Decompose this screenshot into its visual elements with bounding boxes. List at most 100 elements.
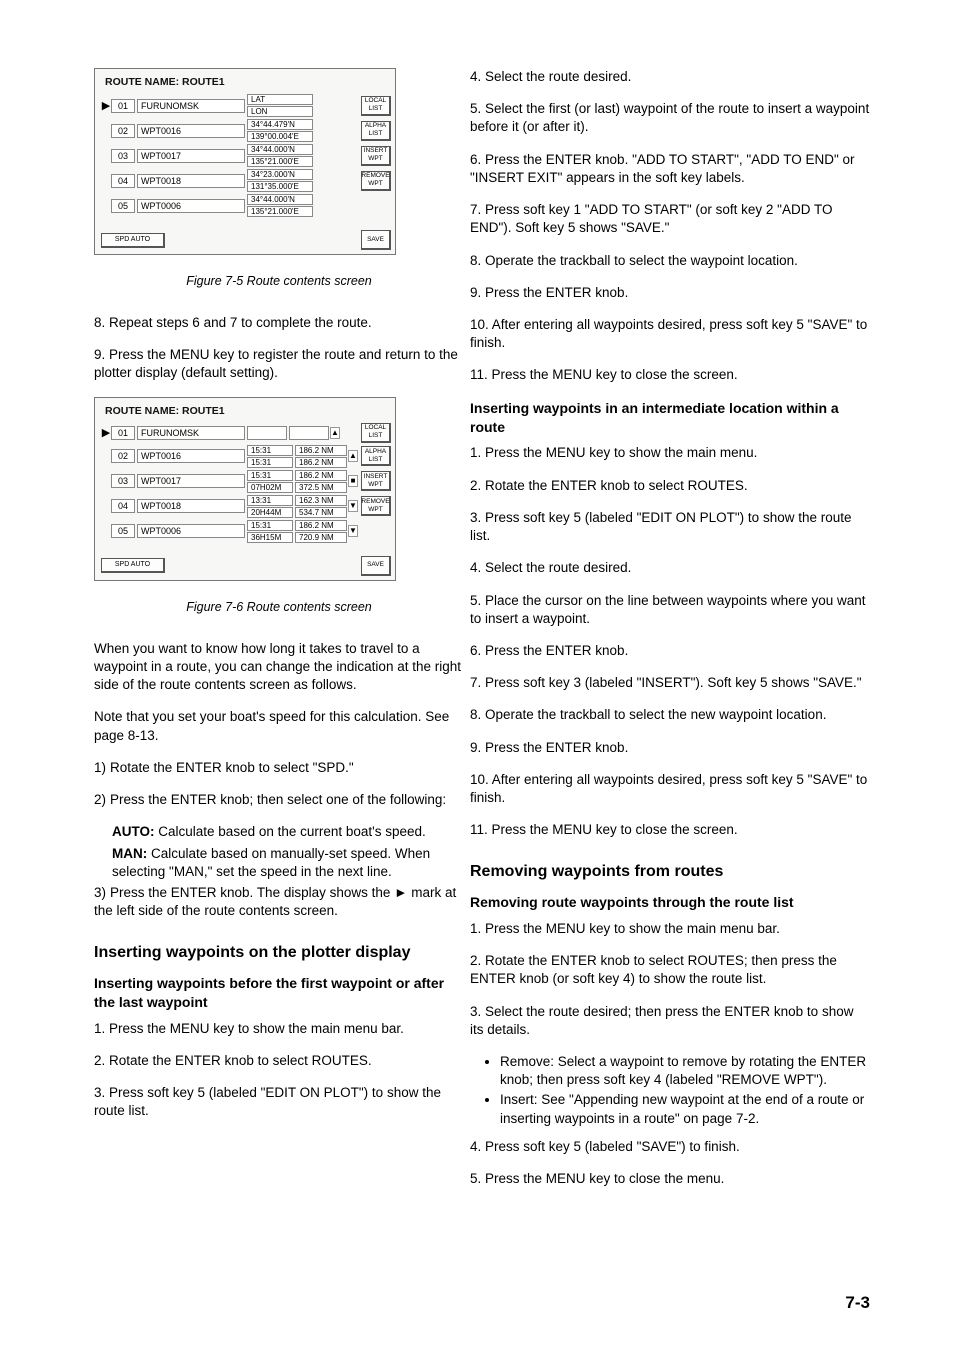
value-cell: 34°44.479'N xyxy=(247,119,313,130)
step-text: 1)Rotate the ENTER knob to select "SPD." xyxy=(94,759,464,777)
value-cell: 139°00.004'E xyxy=(247,131,313,142)
value-cell: 15:31 xyxy=(247,520,293,531)
value-cell xyxy=(247,426,287,440)
wp-num: 05 xyxy=(111,199,135,213)
spd-auto-button[interactable]: SPD AUTO xyxy=(101,233,165,248)
subsection-heading: Inserting waypoints in an intermediate l… xyxy=(470,399,870,437)
step-text: 7. Press soft key 3 (labeled "INSERT"). … xyxy=(470,674,870,692)
wp-num: 03 xyxy=(111,474,135,488)
wp-name: WPT0018 xyxy=(137,174,245,188)
bullet-item: Remove: Select a waypoint to remove by r… xyxy=(500,1053,870,1089)
value-cell: 186.2 NM xyxy=(295,457,347,468)
value-cell: 20H44M xyxy=(247,507,293,518)
step-text: 9. Press the ENTER knob. xyxy=(470,739,870,757)
step-text: 3. Press soft key 5 (labeled "EDIT ON PL… xyxy=(94,1084,464,1120)
scroll-up-icon[interactable]: ▲ xyxy=(330,427,340,439)
wp-num: 02 xyxy=(111,124,135,138)
scroll-thumb-icon[interactable]: ■ xyxy=(348,475,358,487)
value-cell: 34°44.000'N xyxy=(247,144,313,155)
save-button[interactable]: SAVE xyxy=(361,556,391,576)
remove-wpt-button[interactable]: REMOVE WPT xyxy=(361,171,391,191)
spd-auto-button[interactable]: SPD AUTO xyxy=(101,558,165,573)
wp-name: WPT0016 xyxy=(137,124,245,138)
value-cell: 34°23.000'N xyxy=(247,169,313,180)
step-text: 3. Press soft key 5 (labeled "EDIT ON PL… xyxy=(470,509,870,545)
section-heading: Inserting waypoints on the plotter displ… xyxy=(94,942,464,964)
bullet-item: Insert: See "Appending new waypoint at t… xyxy=(500,1091,870,1127)
wp-num: 04 xyxy=(111,499,135,513)
value-cell: 36H15M xyxy=(247,532,293,543)
scroll-down-icon[interactable]: ▼ xyxy=(348,525,358,537)
step-text: 5. Press the MENU key to close the menu. xyxy=(470,1170,870,1188)
step-text: 1. Press the MENU key to show the main m… xyxy=(470,444,870,462)
value-cell: 135°21.000'E xyxy=(247,156,313,167)
step-text: 11. Press the MENU key to close the scre… xyxy=(470,366,870,384)
step-text: 4. Press soft key 5 (labeled "SAVE") to … xyxy=(470,1138,870,1156)
step-text: 11. Press the MENU key to close the scre… xyxy=(470,821,870,839)
step-text: 7. Press soft key 1 "ADD TO START" (or s… xyxy=(470,201,870,237)
step-text: 6. Press the ENTER knob. "ADD TO START",… xyxy=(470,151,870,187)
save-button[interactable]: SAVE xyxy=(361,230,391,250)
value-cell: 15:31 xyxy=(247,445,293,456)
step-text: 2. Rotate the ENTER knob to select ROUTE… xyxy=(470,477,870,495)
alpha-list-button[interactable]: ALPHA LIST xyxy=(361,446,391,466)
wp-num: 01 xyxy=(111,99,135,113)
alpha-list-button[interactable]: ALPHA LIST xyxy=(361,121,391,141)
wp-name: WPT0017 xyxy=(137,474,245,488)
remove-wpt-button[interactable]: REMOVE WPT xyxy=(361,496,391,516)
step-text: 1. Press the MENU key to show the main m… xyxy=(470,920,870,938)
wp-name: WPT0018 xyxy=(137,499,245,513)
wp-num: 02 xyxy=(111,449,135,463)
wp-name: WPT0006 xyxy=(137,199,245,213)
value-cell: 15:31 xyxy=(247,470,293,481)
step-text: 2. Rotate the ENTER knob to select ROUTE… xyxy=(470,952,870,988)
value-cell xyxy=(289,426,329,440)
route-panel-1: ROUTE NAME: ROUTE1 ▶ 01 FURUNOMSK LAT LO… xyxy=(94,68,396,255)
panel-title: ROUTE NAME: ROUTE1 xyxy=(101,73,391,93)
scroll-up-icon[interactable]: ▲ xyxy=(348,450,358,462)
body-text: Note that you set your boat's speed for … xyxy=(94,708,464,744)
subsection-heading: Removing route waypoints through the rou… xyxy=(470,893,870,912)
step-text: 8. Operate the trackball to select the n… xyxy=(470,706,870,724)
body-text: 8. Repeat steps 6 and 7 to complete the … xyxy=(94,314,464,332)
insert-wpt-button[interactable]: INSERT WPT xyxy=(361,471,391,491)
step-text: 5. Place the cursor on the line between … xyxy=(470,592,870,628)
scroll-down-icon[interactable]: ▼ xyxy=(348,500,358,512)
value-cell: 135°21.000'E xyxy=(247,206,313,217)
step-text: 3)Press the ENTER knob. The display show… xyxy=(94,884,464,920)
figure-caption: Figure 7-5 Route contents screen xyxy=(94,273,464,290)
wp-name: FURUNOMSK xyxy=(137,426,245,440)
step-text: 9. Press the ENTER knob. xyxy=(470,284,870,302)
subsection-heading: Inserting waypoints before the first way… xyxy=(94,974,464,1012)
step-text: 2. Rotate the ENTER knob to select ROUTE… xyxy=(94,1052,464,1070)
value-cell: LAT xyxy=(247,94,313,105)
wp-num: 03 xyxy=(111,149,135,163)
insert-wpt-button[interactable]: INSERT WPT xyxy=(361,146,391,166)
wp-name: WPT0006 xyxy=(137,524,245,538)
value-cell: 07H02M xyxy=(247,482,293,493)
route-panel-2: ROUTE NAME: ROUTE1 ▶ 01 FURUNOMSK ▲ LOCA… xyxy=(94,397,396,581)
substep-text: AUTO: Calculate based on the current boa… xyxy=(94,823,464,841)
value-cell: 720.9 NM xyxy=(295,532,347,543)
wp-num: 04 xyxy=(111,174,135,188)
step-text: 2)Press the ENTER knob; then select one … xyxy=(94,791,464,809)
page-number: 7-3 xyxy=(845,1292,870,1315)
local-list-button[interactable]: LOCAL LIST xyxy=(361,96,391,116)
step-text: 10. After entering all waypoints desired… xyxy=(470,316,870,352)
caret-icon: ▶ xyxy=(101,426,111,440)
caret-icon: ▶ xyxy=(101,99,111,113)
value-cell: 131°35.000'E xyxy=(247,181,313,192)
step-text: 10. After entering all waypoints desired… xyxy=(470,771,870,807)
body-text: When you want to know how long it takes … xyxy=(94,640,464,695)
wp-name: FURUNOMSK xyxy=(137,99,245,113)
body-text: 9. Press the MENU key to register the ro… xyxy=(94,346,464,382)
wp-num: 05 xyxy=(111,524,135,538)
value-cell: 534.7 NM xyxy=(295,507,347,518)
step-text: 1. Press the MENU key to show the main m… xyxy=(94,1020,464,1038)
value-cell: 15:31 xyxy=(247,457,293,468)
value-cell: 13:31 xyxy=(247,495,293,506)
step-text: 8. Operate the trackball to select the w… xyxy=(470,252,870,270)
value-cell: 372.5 NM xyxy=(295,482,347,493)
substep-text: MAN: Calculate based on manually-set spe… xyxy=(94,845,464,881)
local-list-button[interactable]: LOCAL LIST xyxy=(361,423,391,443)
